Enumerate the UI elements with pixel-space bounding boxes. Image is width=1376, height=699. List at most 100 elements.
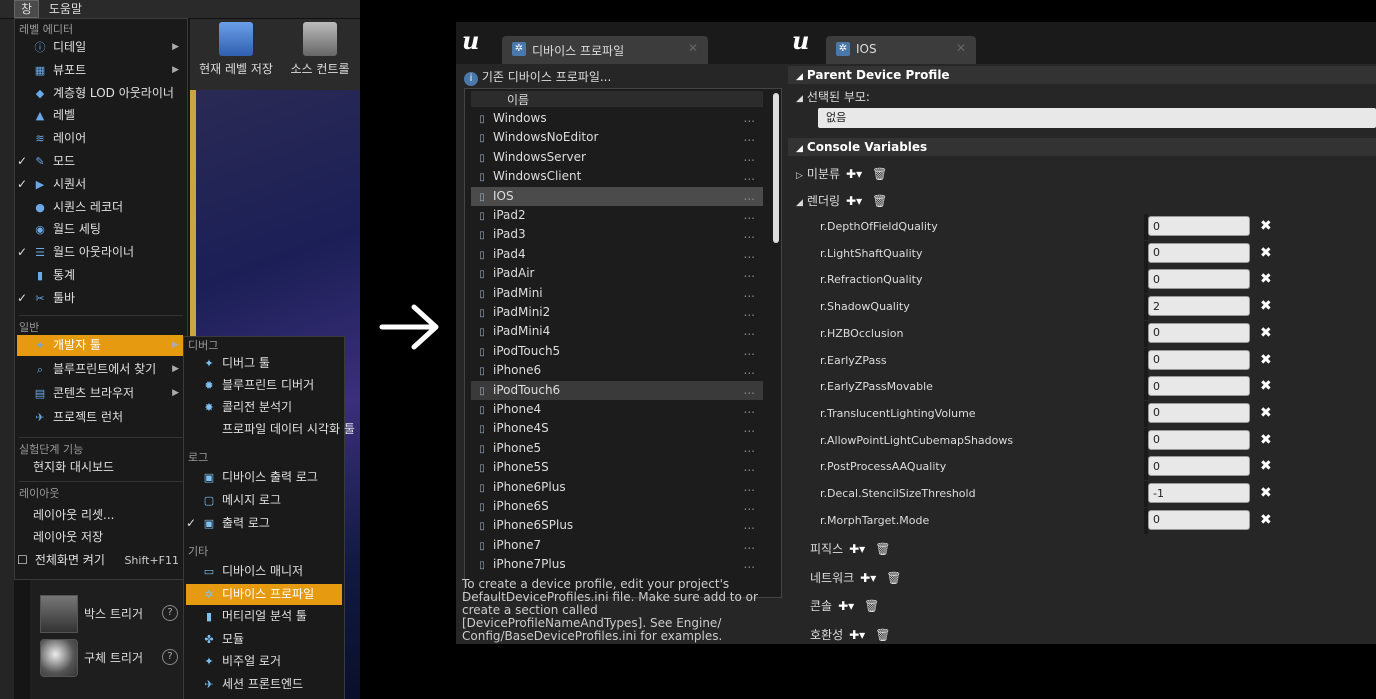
device-profile-row[interactable]: ▯ iPodTouch5... (471, 342, 763, 361)
device-profile-row[interactable]: ▯ iPhone6Plus... (471, 478, 763, 497)
menu-item-window-4[interactable]: ≋ 레이어 (17, 128, 183, 149)
trash-icon[interactable]: 🗑 (875, 628, 890, 642)
menu-item-save-layout[interactable]: 레이아웃 저장 (17, 527, 199, 548)
row-options[interactable]: ... (744, 187, 755, 206)
sphere-trigger-item[interactable]: 구체 트리거 ? (40, 639, 190, 679)
menu-item-window-2[interactable]: ◆ 계층형 LOD 아웃라이너 (17, 83, 183, 104)
device-profile-row[interactable]: ▯ WindowsClient... (471, 167, 763, 186)
base-profile-link[interactable]: i 기존 디바이스 프로파일... (464, 68, 611, 86)
save-level-button[interactable]: 현재 레벨 저장 (196, 22, 276, 77)
device-profile-row[interactable]: ▯ iPhone5... (471, 439, 763, 458)
cvar-value-input[interactable] (1148, 349, 1250, 370)
box-trigger-item[interactable]: 박스 트리거 ? (40, 595, 190, 635)
row-options[interactable]: ... (744, 264, 755, 283)
trash-icon[interactable]: 🗑 (864, 599, 879, 613)
cvar-value-input[interactable] (1148, 216, 1250, 236)
cvar-value-input[interactable] (1148, 376, 1250, 397)
cvar-value-input[interactable] (1148, 402, 1250, 423)
row-options[interactable]: ... (744, 284, 755, 303)
menu-item-misc-3[interactable]: ✤ 모듈 (186, 629, 342, 650)
menu-item-window-1[interactable]: ▦ 뷰포트 ▶ (17, 60, 183, 81)
menu-item-window-6[interactable]: ✓ ▶ 시퀀서 (17, 174, 183, 195)
trash-icon[interactable]: 🗑 (875, 542, 890, 556)
add-icon[interactable]: ✚▾ (838, 599, 854, 613)
row-options[interactable]: ... (744, 206, 755, 225)
device-profile-row[interactable]: ▯ iPhone7Plus... (471, 555, 763, 574)
menu-item-log-1[interactable]: ▢ 메시지 로그 (186, 490, 342, 511)
checkbox-icon[interactable]: ☐ (17, 550, 31, 571)
row-options[interactable]: ... (744, 225, 755, 244)
menu-item-fullscreen[interactable]: ☐ 전체화면 켜기 Shift+F11 (17, 550, 183, 571)
scrollbar[interactable] (773, 93, 779, 243)
menu-window[interactable]: 창 (14, 0, 40, 18)
remove-icon[interactable]: ✖ (1260, 485, 1272, 501)
help-icon[interactable]: ? (162, 605, 178, 621)
menu-item-general-0[interactable]: ✦ 개발자 툴 ▶ (17, 335, 183, 356)
menu-item-window-9[interactable]: ✓ ☰ 월드 아웃라이너 (17, 242, 183, 263)
menu-item-window-0[interactable]: ⓘ 디테일 ▶ (17, 37, 183, 58)
row-options[interactable]: ... (744, 536, 755, 555)
device-profile-row[interactable]: ▯ iPadMini2... (471, 303, 763, 322)
remove-icon[interactable]: ✖ (1260, 352, 1272, 368)
row-options[interactable]: ... (744, 400, 755, 419)
row-options[interactable]: ... (744, 245, 755, 264)
row-options[interactable]: ... (744, 497, 755, 516)
add-icon[interactable]: ✚▾ (846, 194, 862, 208)
device-profile-row[interactable]: ▯ iPhone6SPlus... (471, 516, 763, 535)
device-profile-row[interactable]: ▯ Windows... (471, 109, 763, 128)
row-options[interactable]: ... (744, 322, 755, 341)
remove-icon[interactable]: ✖ (1260, 512, 1272, 528)
device-profile-row[interactable]: ▯ iPodTouch6... (471, 380, 763, 400)
add-icon[interactable]: ✚▾ (860, 571, 876, 585)
column-header-name[interactable]: 이름 (471, 91, 763, 107)
console-variables-section[interactable]: ◢ Console Variables (788, 138, 1376, 156)
device-profile-row[interactable]: ▯ iPadAir... (471, 264, 763, 283)
row-options[interactable]: ... (744, 439, 755, 458)
source-control-button[interactable]: 소스 컨트롤 (282, 22, 358, 77)
device-profile-row[interactable]: ▯ iPhone5S... (471, 458, 763, 477)
device-profile-row[interactable]: ▯ iPhone4S... (471, 419, 763, 438)
menu-item-misc-0[interactable]: ▭ 디바이스 매니저 (186, 561, 342, 582)
row-options[interactable]: ... (744, 458, 755, 477)
menu-item-debug-0[interactable]: ✦ 디버그 툴 (186, 353, 342, 374)
trash-icon[interactable]: 🗑 (872, 194, 887, 208)
row-options[interactable]: ... (744, 342, 755, 361)
category-row[interactable]: 피직스 ✚▾ 🗑 (810, 540, 890, 557)
device-profile-row[interactable]: ▯ iPad2... (471, 206, 763, 225)
row-options[interactable]: ... (744, 303, 755, 322)
menu-item-misc-2[interactable]: ▮ 머티리얼 분석 툴 (186, 606, 342, 627)
cvar-value-input[interactable] (1148, 509, 1250, 530)
row-options[interactable]: ... (744, 167, 755, 186)
menu-item-debug-2[interactable]: ✸ 콜리전 분석기 (186, 397, 342, 418)
menu-item-general-2[interactable]: ▤ 콘텐츠 브라우저 ▶ (17, 383, 183, 404)
menu-item-window-8[interactable]: ◉ 월드 세팅 (17, 219, 183, 240)
close-icon[interactable]: ✕ (956, 41, 966, 55)
menu-item-window-5[interactable]: ✓ ✎ 모드 (17, 151, 183, 172)
device-profile-row[interactable]: ▯ iPhone7... (471, 536, 763, 555)
device-profile-row[interactable]: ▯ iPadMini4... (471, 322, 763, 341)
cvar-value-input[interactable] (1148, 429, 1250, 450)
remove-icon[interactable]: ✖ (1260, 245, 1272, 261)
device-profile-row[interactable]: ▯ iPadMini... (471, 284, 763, 303)
row-options[interactable]: ... (744, 128, 755, 147)
cvar-value-input[interactable] (1148, 242, 1250, 263)
category-row[interactable]: 네트워크 ✚▾ 🗑 (810, 569, 901, 586)
trash-icon[interactable]: 🗑 (872, 167, 887, 181)
remove-icon[interactable]: ✖ (1260, 405, 1272, 421)
add-icon[interactable]: ✚▾ (846, 167, 862, 181)
category-rendering[interactable]: ◢ 렌더링 ✚▾ 🗑 (796, 192, 887, 209)
menu-item-window-7[interactable]: ● 시퀀스 레코더 (17, 197, 183, 218)
menu-item-misc-1[interactable]: ✲ 디바이스 프로파일 (186, 583, 342, 605)
row-options[interactable]: ... (744, 148, 755, 167)
device-profile-row[interactable]: ▯ iPad4... (471, 245, 763, 264)
remove-icon[interactable]: ✖ (1260, 218, 1272, 234)
remove-icon[interactable]: ✖ (1260, 325, 1272, 341)
menu-help[interactable]: 도움말 (43, 0, 88, 18)
row-options[interactable]: ... (744, 361, 755, 380)
menu-item-localization-dashboard[interactable]: 현지화 대시보드 (17, 457, 199, 478)
remove-icon[interactable]: ✖ (1260, 378, 1272, 394)
device-profile-row[interactable]: ▯ WindowsNoEditor... (471, 128, 763, 147)
menu-item-general-1[interactable]: ⌕ 블루프린트에서 찾기 ▶ (17, 359, 183, 380)
cvar-value-input[interactable] (1148, 456, 1250, 477)
category-row[interactable]: 호환성 ✚▾ 🗑 (810, 626, 890, 643)
